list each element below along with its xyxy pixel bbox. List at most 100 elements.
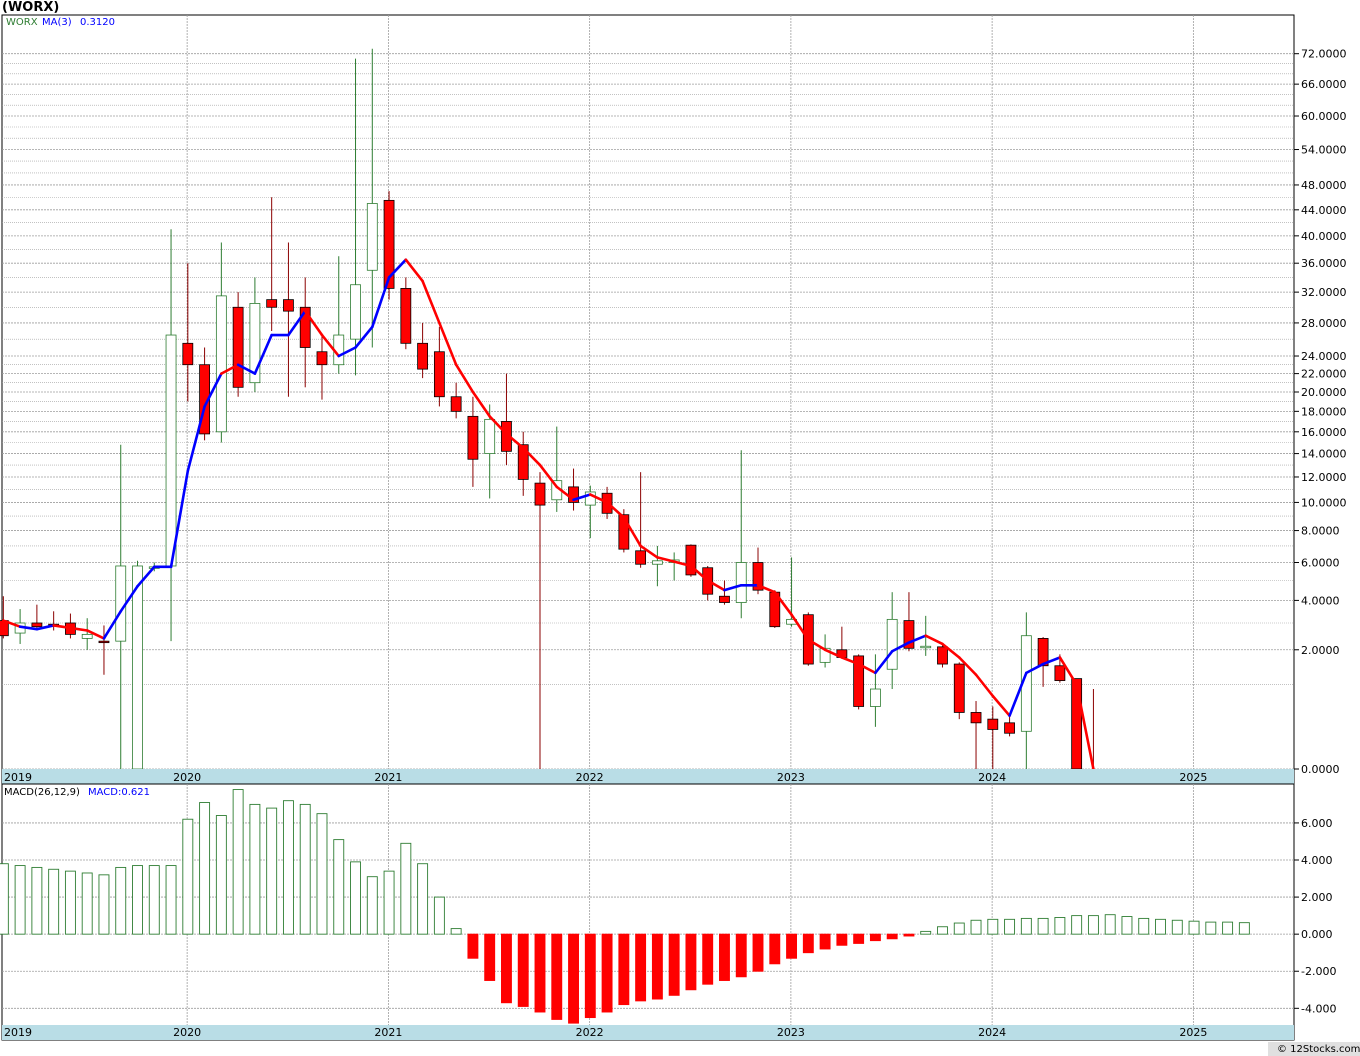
legend-ticker: WORX [6,17,38,28]
candle-down [719,595,730,603]
macd-panel: 6.000 4.000 2.000 0.000 -2.000 -4.000 2019 202… [0,783,1336,1041]
macd-tick-label: 6.000 [1301,817,1333,830]
macd-bar-negative [568,933,579,1024]
candle-down [970,712,982,724]
candle-down [98,640,110,644]
macd-bar-negative [735,933,747,978]
price-tick-label: 48.0000 [1301,179,1347,192]
candle-down [31,622,43,628]
macd-bar-negative [501,933,512,1004]
candle-down [953,663,965,713]
macd-bar-positive [987,918,999,935]
macd-legend-label: MACD(26,12,9) [4,787,80,798]
candle-up [920,645,932,649]
macd-tick-label: 2.000 [1301,891,1333,904]
price-tick-label: 20.0000 [1301,386,1347,399]
macd-year-label: 2024 [978,1026,1006,1039]
macd-bar-positive [970,919,982,935]
macd-bar-positive [1054,917,1066,935]
price-year-label: 2020 [173,771,201,784]
price-tick-label: 18.0000 [1301,405,1347,418]
price-tick-label: 0.0000 [1301,763,1340,776]
price-tick-label: 6.0000 [1301,557,1340,570]
candle-up [350,284,361,340]
macd-bar-negative [702,933,714,985]
price-tick-label: 36.0000 [1301,257,1347,270]
price-tick-label: 24.0000 [1301,350,1347,363]
macd-year-label: 2022 [576,1026,604,1039]
price-tick-label: 2.0000 [1301,644,1340,657]
price-tick-label: 22.0000 [1301,368,1347,381]
macd-bar-negative [685,933,697,991]
price-tick-label: 12.0000 [1301,471,1347,484]
macd-bar-positive [953,922,965,935]
macd-bar-positive [48,868,60,935]
macd-bar-positive [249,803,261,935]
price-tick-label: 44.0000 [1301,204,1347,217]
price-tick-label: 14.0000 [1301,448,1347,461]
price-tick-label: 72.0000 [1301,48,1347,61]
macd-bar-positive [400,842,412,935]
candle-up [115,565,127,642]
price-tick-label: 40.0000 [1301,230,1347,243]
macd-bar-positive [232,789,244,935]
macd-bar-positive [64,870,76,935]
macd-bar-negative [802,933,814,954]
macd-bar-positive [1004,918,1016,935]
macd-year-label: 2025 [1179,1026,1207,1039]
macd-bar-positive [937,926,948,935]
macd-bar-negative [534,933,546,1013]
candle-down [635,550,647,565]
candle-down [266,299,278,308]
macd-bar-negative [819,933,831,950]
macd-bar-negative [601,933,613,1013]
candle-up [81,633,93,639]
macd-bar-positive [14,865,26,935]
macd-bar-negative [484,933,496,981]
macd-bar-negative [719,933,730,981]
macd-bar-negative [869,933,881,942]
candle-down [400,288,412,344]
macd-tick-label: -2.000 [1301,965,1336,978]
macd-year-label: 2023 [777,1026,805,1039]
price-year-label: 2019 [4,771,32,784]
macd-bar-negative [467,933,479,959]
macd-bar-positive [1087,915,1099,935]
candle-down [467,415,479,460]
macd-bar-positive [333,839,345,935]
macd-bar-negative [769,933,781,965]
macd-year-label: 2020 [173,1026,201,1039]
stock-chart: (WORX) 72.0000 66.0000 60.0000 54.0000 48.00… [0,0,1360,1056]
macd-bar-positive [1155,918,1166,935]
macd-year-label: 2021 [374,1026,402,1039]
macd-bar-positive [1171,919,1183,935]
macd-tick-label: 0.000 [1301,928,1333,941]
macd-bar-positive [383,870,395,935]
macd-bar-negative [903,933,915,937]
candle-down [232,306,244,388]
candle-down [182,342,194,366]
price-year-label: 2023 [777,771,805,784]
macd-bar-negative [836,933,848,946]
price-tick-label: 60.0000 [1301,110,1347,123]
candle-up [651,560,663,565]
price-tick-label: 54.0000 [1301,144,1347,157]
candle-down [534,482,546,506]
candle-up [870,688,881,707]
macd-bar-positive [920,930,932,935]
macd-bar-positive [1222,921,1234,935]
price-tick-label: 10.0000 [1301,496,1347,509]
price-year-label: 2025 [1179,771,1207,784]
macd-bar-positive [450,928,462,935]
macd-bar-negative [551,933,563,1020]
macd-bar-positive [282,800,294,935]
macd-bar-positive [266,807,278,935]
macd-bar-positive [1238,922,1250,935]
price-panel: 72.0000 66.0000 60.0000 54.0000 48.0000 44.00… [0,14,1347,785]
price-tick-label: 16.0000 [1301,426,1347,439]
candle-up [366,203,378,271]
price-year-label: 2024 [978,771,1006,784]
candle-up [215,295,227,433]
price-tick-label: 66.0000 [1301,78,1347,91]
candle-down [1071,678,1083,770]
